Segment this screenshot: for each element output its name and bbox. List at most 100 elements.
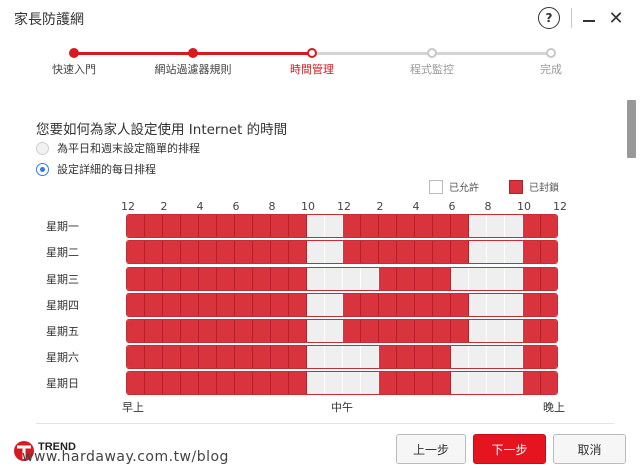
blocked-hour-cell[interactable] — [217, 241, 235, 263]
allowed-hour-cell[interactable] — [307, 320, 325, 342]
blocked-hour-cell[interactable] — [217, 215, 235, 237]
blocked-hour-cell[interactable] — [235, 241, 253, 263]
blocked-hour-cell[interactable] — [523, 346, 541, 368]
blocked-hour-cell[interactable] — [343, 294, 361, 316]
blocked-hour-cell[interactable] — [379, 268, 397, 290]
allowed-hour-cell[interactable] — [487, 241, 505, 263]
blocked-hour-cell[interactable] — [541, 346, 557, 368]
allowed-hour-cell[interactable] — [469, 268, 487, 290]
blocked-hour-cell[interactable] — [289, 215, 307, 237]
blocked-hour-cell[interactable] — [433, 346, 451, 368]
allowed-hour-cell[interactable] — [307, 346, 325, 368]
blocked-hour-cell[interactable] — [271, 268, 289, 290]
blocked-hour-cell[interactable] — [163, 268, 181, 290]
blocked-hour-cell[interactable] — [181, 320, 199, 342]
allowed-hour-cell[interactable] — [487, 372, 505, 394]
allowed-hour-cell[interactable] — [451, 268, 469, 290]
blocked-hour-cell[interactable] — [523, 241, 541, 263]
blocked-hour-cell[interactable] — [253, 215, 271, 237]
blocked-hour-cell[interactable] — [433, 320, 451, 342]
allowed-hour-cell[interactable] — [469, 346, 487, 368]
blocked-hour-cell[interactable] — [451, 294, 469, 316]
blocked-hour-cell[interactable] — [145, 215, 163, 237]
blocked-hour-cell[interactable] — [343, 320, 361, 342]
blocked-hour-cell[interactable] — [397, 215, 415, 237]
blocked-hour-cell[interactable] — [253, 346, 271, 368]
blocked-hour-cell[interactable] — [289, 294, 307, 316]
help-icon[interactable]: ? — [538, 7, 560, 29]
blocked-hour-cell[interactable] — [181, 346, 199, 368]
allowed-hour-cell[interactable] — [487, 346, 505, 368]
blocked-hour-cell[interactable] — [433, 268, 451, 290]
blocked-hour-cell[interactable] — [235, 346, 253, 368]
blocked-hour-cell[interactable] — [451, 320, 469, 342]
blocked-hour-cell[interactable] — [181, 372, 199, 394]
allowed-hour-cell[interactable] — [325, 346, 343, 368]
allowed-hour-cell[interactable] — [325, 268, 343, 290]
allowed-hour-cell[interactable] — [361, 346, 379, 368]
blocked-hour-cell[interactable] — [235, 215, 253, 237]
blocked-hour-cell[interactable] — [289, 372, 307, 394]
blocked-hour-cell[interactable] — [271, 372, 289, 394]
blocked-hour-cell[interactable] — [271, 346, 289, 368]
blocked-hour-cell[interactable] — [397, 372, 415, 394]
blocked-hour-cell[interactable] — [181, 268, 199, 290]
blocked-hour-cell[interactable] — [397, 320, 415, 342]
blocked-hour-cell[interactable] — [217, 320, 235, 342]
blocked-hour-cell[interactable] — [523, 268, 541, 290]
blocked-hour-cell[interactable] — [127, 294, 145, 316]
blocked-hour-cell[interactable] — [235, 372, 253, 394]
blocked-hour-cell[interactable] — [163, 294, 181, 316]
blocked-hour-cell[interactable] — [199, 372, 217, 394]
blocked-hour-cell[interactable] — [163, 215, 181, 237]
blocked-hour-cell[interactable] — [199, 241, 217, 263]
blocked-hour-cell[interactable] — [217, 372, 235, 394]
blocked-hour-cell[interactable] — [415, 215, 433, 237]
blocked-hour-cell[interactable] — [361, 294, 379, 316]
allowed-hour-cell[interactable] — [505, 241, 523, 263]
blocked-hour-cell[interactable] — [199, 346, 217, 368]
blocked-hour-cell[interactable] — [361, 241, 379, 263]
allowed-hour-cell[interactable] — [343, 346, 361, 368]
allowed-hour-cell[interactable] — [487, 320, 505, 342]
blocked-hour-cell[interactable] — [433, 372, 451, 394]
blocked-hour-cell[interactable] — [397, 268, 415, 290]
allowed-hour-cell[interactable] — [505, 320, 523, 342]
blocked-hour-cell[interactable] — [145, 241, 163, 263]
blocked-hour-cell[interactable] — [253, 372, 271, 394]
blocked-hour-cell[interactable] — [163, 372, 181, 394]
allowed-hour-cell[interactable] — [469, 215, 487, 237]
simple-schedule-option[interactable]: 為平日和週末設定簡單的排程 — [36, 140, 200, 156]
blocked-hour-cell[interactable] — [451, 215, 469, 237]
blocked-hour-cell[interactable] — [361, 215, 379, 237]
blocked-hour-cell[interactable] — [523, 215, 541, 237]
allowed-hour-cell[interactable] — [325, 215, 343, 237]
blocked-hour-cell[interactable] — [145, 346, 163, 368]
blocked-hour-cell[interactable] — [379, 320, 397, 342]
blocked-hour-cell[interactable] — [541, 241, 557, 263]
allowed-hour-cell[interactable] — [325, 372, 343, 394]
allowed-hour-cell[interactable] — [469, 294, 487, 316]
allowed-hour-cell[interactable] — [505, 215, 523, 237]
allowed-hour-cell[interactable] — [307, 372, 325, 394]
blocked-hour-cell[interactable] — [379, 241, 397, 263]
blocked-hour-cell[interactable] — [271, 320, 289, 342]
blocked-hour-cell[interactable] — [541, 268, 557, 290]
allowed-hour-cell[interactable] — [505, 294, 523, 316]
blocked-hour-cell[interactable] — [181, 294, 199, 316]
blocked-hour-cell[interactable] — [361, 320, 379, 342]
blocked-hour-cell[interactable] — [127, 241, 145, 263]
blocked-hour-cell[interactable] — [433, 241, 451, 263]
blocked-hour-cell[interactable] — [433, 215, 451, 237]
blocked-hour-cell[interactable] — [541, 294, 557, 316]
allowed-hour-cell[interactable] — [307, 294, 325, 316]
blocked-hour-cell[interactable] — [163, 320, 181, 342]
allowed-hour-cell[interactable] — [307, 215, 325, 237]
next-button[interactable]: 下一步 — [473, 434, 546, 464]
blocked-hour-cell[interactable] — [379, 346, 397, 368]
allowed-hour-cell[interactable] — [487, 294, 505, 316]
allowed-hour-cell[interactable] — [361, 372, 379, 394]
blocked-hour-cell[interactable] — [253, 241, 271, 263]
blocked-hour-cell[interactable] — [289, 268, 307, 290]
blocked-hour-cell[interactable] — [271, 241, 289, 263]
